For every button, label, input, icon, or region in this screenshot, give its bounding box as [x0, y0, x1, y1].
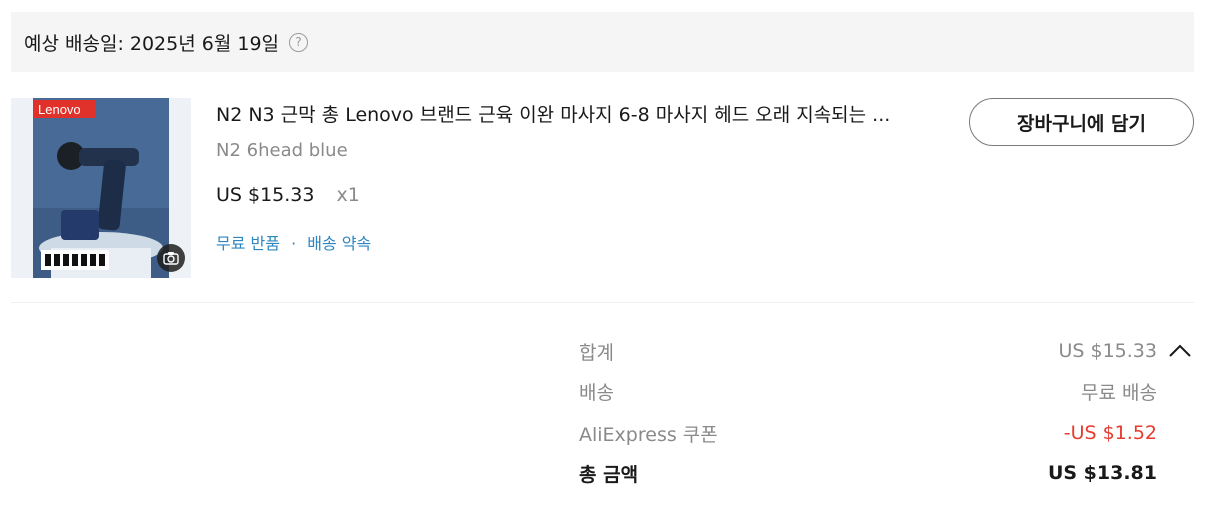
shipping-value: 무료 배송 [1081, 381, 1157, 404]
product-title[interactable]: N2 N3 근막 총 Lenovo 브랜드 근육 이완 마사지 6-8 마사지 … [216, 100, 936, 127]
tag-free-return[interactable]: 무료 반품 [216, 234, 280, 253]
brand-logo-text: Lenovo [38, 102, 81, 117]
subtotal-value: US $15.33 [1058, 340, 1158, 362]
question-circle-icon[interactable]: ? [289, 32, 309, 52]
summary-total-row: 총 금액 US $13.81 [579, 460, 1157, 486]
section-divider [11, 302, 1194, 303]
coupon-label: AliExpress 쿠폰 [579, 423, 718, 446]
estimated-delivery-bar: 예상 배송일: 2025년 6월 19일 ? [11, 12, 1194, 72]
coupon-value: -US $1.52 [1063, 422, 1157, 444]
total-value: US $13.81 [1047, 462, 1157, 484]
shipping-label: 배송 [579, 381, 614, 404]
chevron-up-icon[interactable] [1168, 341, 1192, 361]
tag-delivery-promise[interactable]: 배송 약속 [307, 234, 371, 253]
summary-coupon-row: AliExpress 쿠폰 -US $1.52 [579, 420, 1157, 446]
price-row: US $15.33 x1 [216, 184, 360, 206]
tag-separator: · [291, 234, 297, 253]
summary-shipping-row: 배송 무료 배송 [579, 378, 1157, 404]
total-label: 총 금액 [579, 463, 639, 486]
camera-icon[interactable] [157, 244, 185, 272]
product-price: US $15.33 [216, 184, 315, 206]
add-to-cart-button[interactable]: 장바구니에 담기 [969, 98, 1194, 146]
estimated-delivery-text: 예상 배송일: 2025년 6월 19일 [24, 32, 280, 55]
product-quantity: x1 [336, 184, 360, 206]
product-variant: N2 6head blue [216, 140, 348, 161]
service-tags: 무료 반품 · 배송 약속 [216, 230, 371, 254]
subtotal-label: 합계 [579, 341, 614, 364]
summary-subtotal-row: 합계 US $15.33 [579, 338, 1157, 364]
